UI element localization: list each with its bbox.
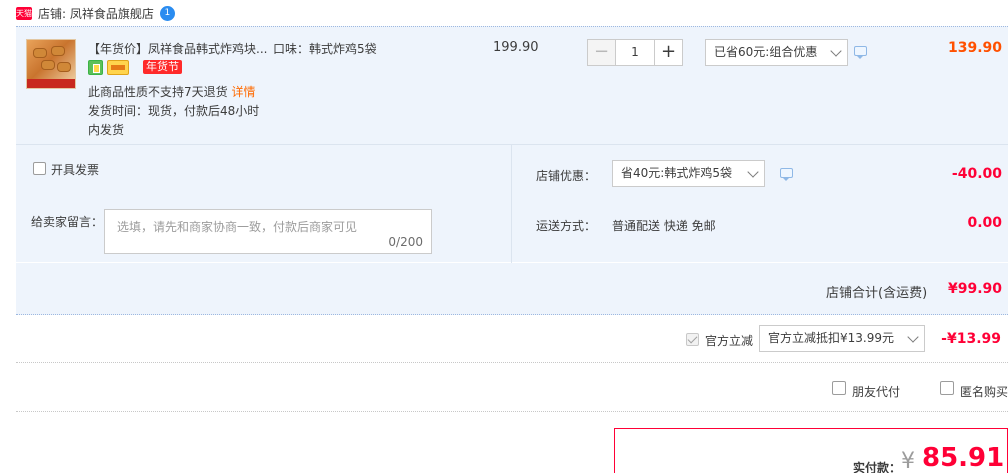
item-promo-select[interactable]: 已省60元:组合优惠 [705,39,848,66]
shipping-method: 普通配送 快递 免邮 [612,219,716,233]
no-return-note: 此商品性质不支持7天退货 详情 [88,83,255,100]
item-promo-value: 已省60元:组合优惠 [714,45,818,59]
unit-price: 199.90 [493,40,539,55]
guarantee-icon [88,59,103,75]
quantity-input[interactable]: 1 [616,40,654,65]
shop-header: 天猫 店铺: 凤祥食品旗舰店 1 [16,0,1008,26]
memo-placeholder: 选填，请先和商家协商一致，付款后商家可见 [117,220,358,234]
payment-currency: ¥ [901,449,915,473]
shop-total-row: 店铺合计(含运费) ¥99.90 [16,263,1008,315]
credit-card-icon [107,59,129,75]
shop-total-amount: ¥99.90 [947,281,1002,297]
memo-label: 给卖家留言： [31,215,104,229]
quantity-increase-button[interactable]: + [654,40,682,65]
anonymous-checkbox[interactable] [940,381,954,395]
shop-discount-value: 省40元:韩式炸鸡5袋 [621,166,732,180]
friend-pay-label[interactable]: 朋友代付 [852,383,900,400]
official-discount-select[interactable]: 官方立减抵扣¥13.99元 [759,325,925,352]
shop-discount-amount: -40.00 [951,166,1002,182]
chevron-down-icon [907,331,919,343]
official-discount-amount: -¥13.99 [941,331,1001,347]
memo-textarea[interactable]: 选填，请先和商家协商一致，付款后商家可见 0/200 [104,209,432,254]
item-subtotal: 139.90 [947,40,1002,56]
shop-total-label: 店铺合计(含运费) [826,286,928,301]
message-icon[interactable] [780,168,793,181]
no-return-text: 此商品性质不支持7天退货 [88,85,228,99]
divider [16,411,1008,412]
shipping-label: 运送方式： [536,219,597,233]
message-icon[interactable] [854,46,867,59]
festival-badge: 年货节 [143,60,182,74]
product-sku: 口味：韩式炸鸡5袋 [273,42,377,56]
divider [16,362,1008,363]
order-item-row: 【年货价】凤祥食品韩式炸鸡块... 口味：韩式炸鸡5袋 年货节 此商品性质不支持… [16,27,1008,145]
tmall-logo-icon: 天猫 [16,6,32,20]
friend-pay-checkbox[interactable] [832,381,846,395]
invoice-checkbox[interactable] [33,162,46,175]
quantity-stepper: − 1 + [587,39,683,66]
shipping-amount: 0.00 [967,215,1002,231]
chevron-down-icon [830,45,842,57]
ship-time-line-1: 发货时间：现货，付款后48小时 [88,104,260,118]
payment-summary: 实付款： ¥ 85.91 [614,428,1008,473]
payment-amount: 85.91 [922,443,1005,473]
invoice-label[interactable]: 开具发票 [51,161,99,178]
chat-icon[interactable]: 1 [159,5,175,21]
chevron-down-icon [747,166,759,178]
official-discount-label: 官方立减 [705,334,754,348]
detail-link[interactable]: 详情 [231,85,255,99]
product-thumbnail[interactable] [26,39,76,89]
memo-counter: 0/200 [388,235,423,249]
quantity-decrease-button[interactable]: − [588,40,616,65]
order-item-panel: 【年货价】凤祥食品韩式炸鸡块... 口味：韩式炸鸡5袋 年货节 此商品性质不支持… [16,26,1008,315]
official-discount-value: 官方立减抵扣¥13.99元 [768,331,894,345]
shop-name[interactable]: 店铺: 凤祥食品旗舰店 [38,5,154,22]
product-title[interactable]: 【年货价】凤祥食品韩式炸鸡块... [88,40,278,57]
shop-discount-select[interactable]: 省40元:韩式炸鸡5袋 [612,160,765,187]
ship-time-line-2: 内发货 [88,123,125,137]
payment-label: 实付款： [853,461,902,473]
shop-discount-label: 店铺优惠： [536,169,597,183]
order-options-left: 开具发票 给卖家留言： 选填，请先和商家协商一致，付款后商家可见 0/200 [16,145,512,263]
official-discount-checkbox[interactable] [686,333,699,346]
anonymous-label[interactable]: 匿名购买 [960,383,1008,400]
service-badges: 年货节 [88,59,182,75]
